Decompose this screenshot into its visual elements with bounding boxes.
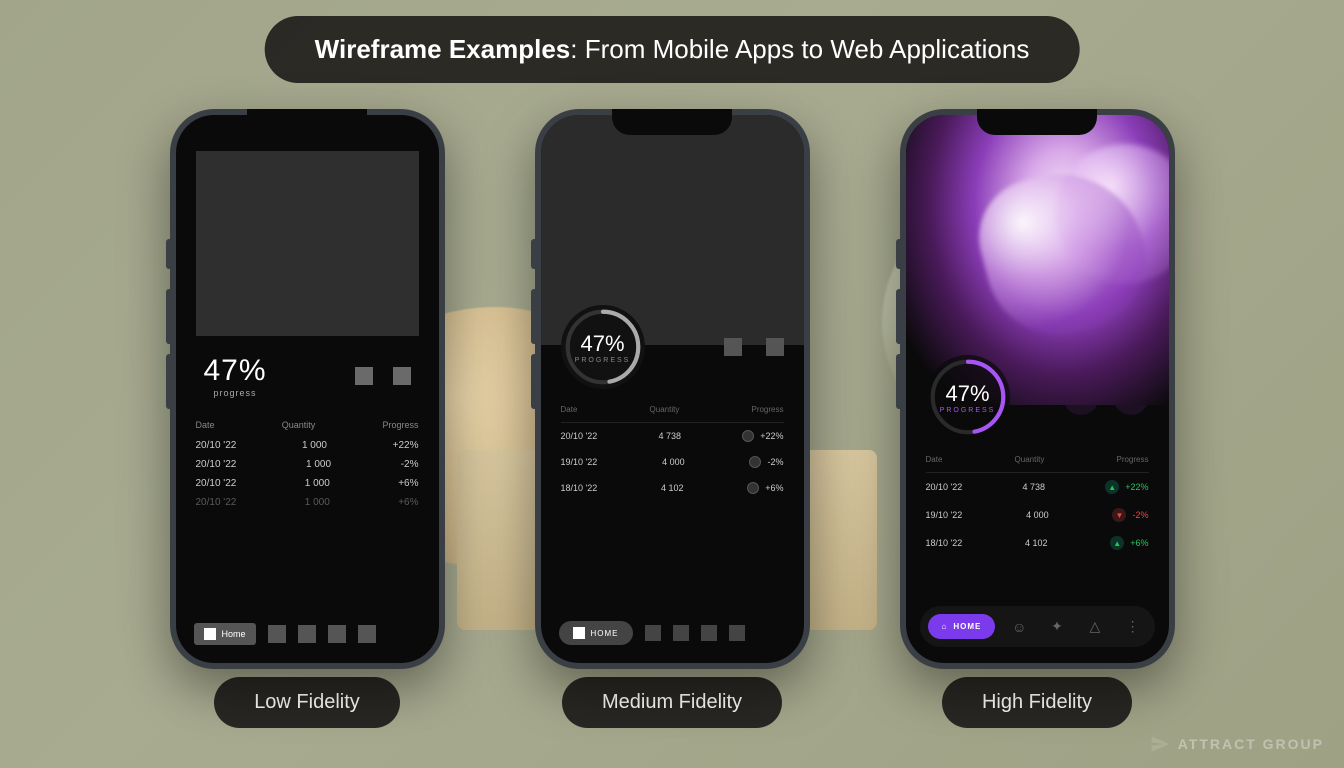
progress-label: PROGRESS [940, 407, 996, 414]
home-button[interactable]: Home [194, 623, 256, 645]
progress-percent: 47% [580, 331, 624, 357]
table-header: Date Quantity Progress [196, 416, 419, 436]
col-progress: Progress [1116, 455, 1148, 464]
home-button[interactable]: HOME [559, 621, 633, 645]
col-quantity: Quantity [650, 405, 680, 414]
table-row: 20/10 '221 000+6% [196, 493, 419, 512]
action-placeholders [355, 367, 411, 385]
col-date: Date [196, 420, 215, 430]
col-progress: Progress [382, 420, 418, 430]
fidelity-label: Medium Fidelity [562, 677, 782, 728]
nav-item-placeholder[interactable] [328, 625, 346, 643]
col-quantity: Quantity [1015, 455, 1045, 464]
fidelity-label: High Fidelity [942, 677, 1132, 728]
nav-bell-icon[interactable]: △ [1081, 618, 1109, 635]
home-button[interactable]: ⌂HOME [928, 614, 996, 639]
table-row: 20/10 '221 000+22% [196, 436, 419, 455]
action-placeholder-2[interactable] [766, 338, 784, 356]
progress-percent: 47% [204, 354, 267, 388]
nav-item-placeholder[interactable] [645, 625, 661, 641]
table-row: 20/10 '221 000-2% [196, 455, 419, 474]
stats-row: 47% progress [176, 354, 439, 398]
fidelity-label: Low Fidelity [214, 677, 400, 728]
progress-value: 47% progress [204, 354, 267, 398]
watermark: ATTRACT GROUP [1150, 734, 1324, 754]
screen-high: 47% PROGRESS ⚡ ↻ Date Quantity Progress … [906, 115, 1169, 663]
progress-label: progress [204, 388, 267, 398]
trend-up-icon: ▲ [1110, 536, 1124, 550]
table-header: Date Quantity Progress [561, 405, 784, 423]
table-row: 20/10 '224 738▲+22% [926, 473, 1149, 501]
trend-up-icon: ▲ [1105, 480, 1119, 494]
stats-row: 47% PROGRESS [541, 305, 804, 389]
nav-more-icon[interactable]: ⋮ [1119, 618, 1147, 635]
phone-frame-medium: 47% PROGRESS Date Quantity Progress 20/1… [535, 109, 810, 669]
image-placeholder [196, 151, 419, 336]
nav-sparkle-icon[interactable]: ✦ [1043, 618, 1071, 635]
watermark-text: ATTRACT GROUP [1178, 736, 1324, 752]
notch [612, 109, 732, 135]
table-row: 20/10 '224 738+22% [561, 423, 784, 449]
bottom-nav: ⌂HOME ☺ ✦ △ ⋮ [920, 606, 1155, 647]
nav-smile-icon[interactable]: ☺ [1005, 619, 1033, 635]
nav-item-placeholder[interactable] [701, 625, 717, 641]
home-icon: ⌂ [942, 622, 948, 631]
action-placeholder-1[interactable] [724, 338, 742, 356]
bottom-nav: Home [176, 611, 439, 663]
col-date: Date [926, 455, 943, 464]
progress-ring: 47% PROGRESS [926, 355, 1010, 439]
data-table: Date Quantity Progress 20/10 '224 738+22… [541, 405, 804, 501]
progress-ring: 47% PROGRESS [561, 305, 645, 389]
home-icon [573, 627, 585, 639]
nav-item-placeholder[interactable] [673, 625, 689, 641]
phone-frame-high: 47% PROGRESS ⚡ ↻ Date Quantity Progress … [900, 109, 1175, 669]
screen-low: 47% progress Date Quantity Progress 20/1… [176, 115, 439, 663]
table-row: 19/10 '224 000▼-2% [926, 501, 1149, 529]
action-placeholder-2[interactable] [393, 367, 411, 385]
table-row: 19/10 '224 000-2% [561, 449, 784, 475]
medium-fidelity-column: 47% PROGRESS Date Quantity Progress 20/1… [535, 109, 810, 728]
bottom-nav: HOME [541, 609, 804, 663]
progress-percent: 47% [945, 381, 989, 407]
table-header: Date Quantity Progress [926, 455, 1149, 473]
table-row: 20/10 '221 000+6% [196, 474, 419, 493]
trend-dot [747, 482, 759, 494]
notch [977, 109, 1097, 135]
trend-dot [742, 430, 754, 442]
data-table: Date Quantity Progress 20/10 '221 000+22… [176, 416, 439, 512]
data-table: Date Quantity Progress 20/10 '224 738▲+2… [906, 455, 1169, 557]
paper-plane-icon [1150, 734, 1170, 754]
screen-medium: 47% PROGRESS Date Quantity Progress 20/1… [541, 115, 804, 663]
col-quantity: Quantity [282, 420, 316, 430]
trend-dot [749, 456, 761, 468]
col-date: Date [561, 405, 578, 414]
notch [247, 109, 367, 135]
progress-label: PROGRESS [575, 357, 631, 364]
phone-frame-low: 47% progress Date Quantity Progress 20/1… [170, 109, 445, 669]
action-placeholder-1[interactable] [355, 367, 373, 385]
table-row: 18/10 '224 102+6% [561, 475, 784, 501]
col-progress: Progress [751, 405, 783, 414]
trend-down-icon: ▼ [1112, 508, 1126, 522]
high-fidelity-column: 47% PROGRESS ⚡ ↻ Date Quantity Progress … [900, 109, 1175, 728]
phones-row: 47% progress Date Quantity Progress 20/1… [0, 0, 1344, 768]
nav-item-placeholder[interactable] [268, 625, 286, 643]
nav-item-placeholder[interactable] [358, 625, 376, 643]
nav-item-placeholder[interactable] [729, 625, 745, 641]
nav-item-placeholder[interactable] [298, 625, 316, 643]
low-fidelity-column: 47% progress Date Quantity Progress 20/1… [170, 109, 445, 728]
table-row: 18/10 '224 102▲+6% [926, 529, 1149, 557]
home-icon [204, 628, 216, 640]
